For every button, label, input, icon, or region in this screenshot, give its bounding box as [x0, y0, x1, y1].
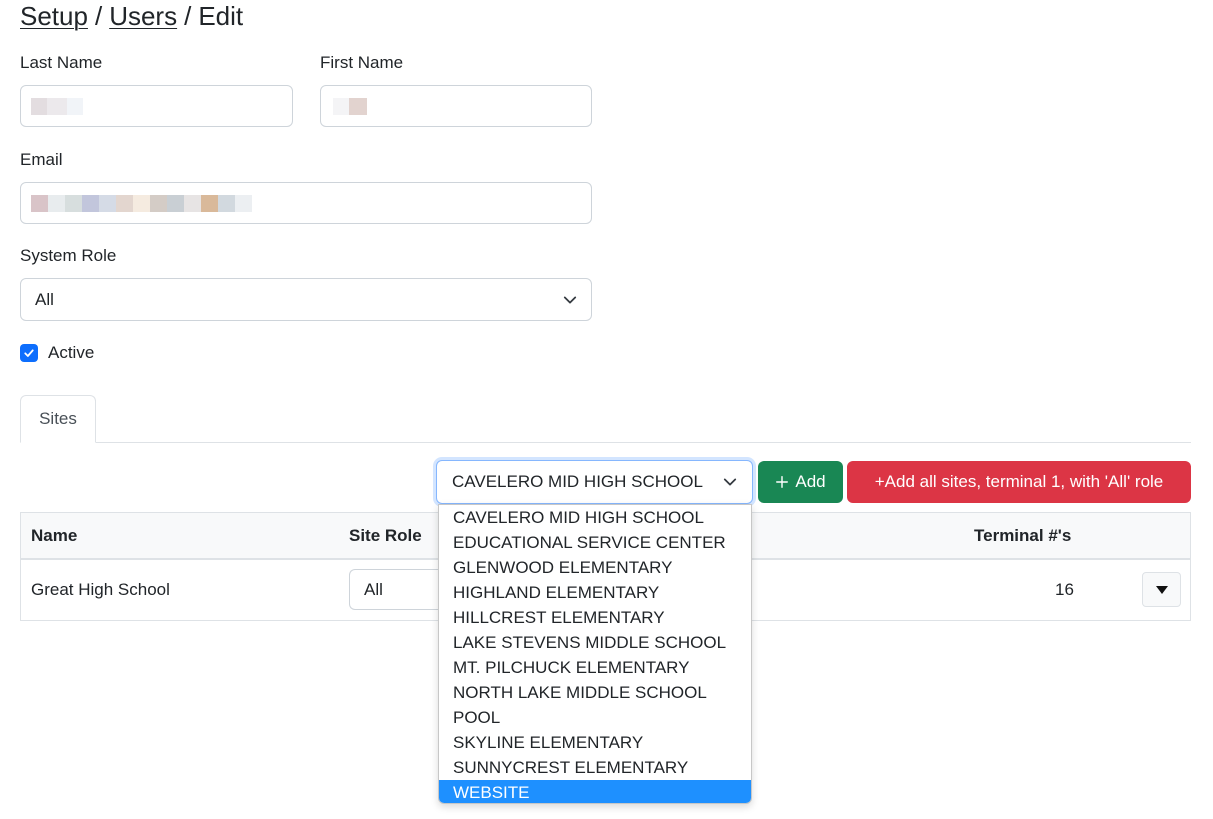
row-site-role-select[interactable]: All: [349, 569, 449, 610]
breadcrumb-separator: /: [94, 1, 103, 31]
first-name-label: First Name: [320, 53, 404, 72]
site-option[interactable]: CAVELERO MID HIGH SCHOOL: [439, 505, 751, 530]
active-checkbox-row[interactable]: Active: [20, 343, 94, 363]
header-site-role: Site Role: [349, 526, 422, 545]
site-option[interactable]: EDUCATIONAL SERVICE CENTER: [439, 530, 751, 555]
system-role-select[interactable]: All: [20, 278, 592, 321]
redacted-value: [333, 98, 367, 115]
site-option-highlighted[interactable]: WEBSITE: [439, 780, 751, 803]
add-site-label: Add: [795, 472, 826, 491]
add-site-button[interactable]: Add: [758, 461, 843, 503]
email-label: Email: [20, 150, 63, 169]
breadcrumb: Setup / Users / Edit: [20, 0, 243, 32]
last-name-field[interactable]: [20, 85, 293, 127]
chevron-down-icon: [723, 478, 737, 486]
site-option[interactable]: MT. PILCHUCK ELEMENTARY: [439, 655, 751, 680]
email-field[interactable]: [20, 182, 592, 224]
site-dropdown-list: CAVELERO MID HIGH SCHOOL EDUCATIONAL SER…: [438, 504, 752, 804]
active-label: Active: [48, 343, 95, 362]
check-icon: [24, 349, 34, 357]
active-checkbox[interactable]: [20, 344, 38, 362]
site-option[interactable]: SUNNYCREST ELEMENTARY: [439, 755, 751, 780]
tab-sites[interactable]: Sites: [20, 395, 96, 443]
redacted-value: [31, 195, 252, 212]
breadcrumb-separator: /: [184, 1, 192, 31]
chevron-down-icon: [563, 296, 577, 303]
first-name-field[interactable]: [320, 85, 592, 127]
row-terminals: 16: [1055, 580, 1074, 599]
plus-icon: [776, 476, 789, 488]
site-option[interactable]: LAKE STEVENS MIDDLE SCHOOL: [439, 630, 751, 655]
add-all-sites-button[interactable]: +Add all sites, terminal 1, with 'All' r…: [847, 461, 1191, 503]
row-site-name: Great High School: [31, 580, 170, 599]
breadcrumb-current: Edit: [198, 1, 244, 31]
site-option[interactable]: SKYLINE ELEMENTARY: [439, 730, 751, 755]
tabs-divider: [20, 442, 1191, 443]
last-name-label: Last Name: [20, 53, 103, 72]
site-select[interactable]: CAVELERO MID HIGH SCHOOL: [436, 460, 753, 504]
site-select-value: CAVELERO MID HIGH SCHOOL: [452, 472, 703, 491]
caret-down-icon: [1155, 585, 1168, 594]
site-option[interactable]: HILLCREST ELEMENTARY: [439, 605, 751, 630]
breadcrumb-setup-link[interactable]: Setup: [20, 1, 88, 31]
site-option[interactable]: POOL: [439, 705, 751, 730]
header-name: Name: [31, 526, 78, 545]
system-role-value: All: [35, 289, 54, 309]
site-option[interactable]: NORTH LAKE MIDDLE SCHOOL: [439, 680, 751, 705]
row-expand-button[interactable]: [1142, 572, 1181, 607]
site-option[interactable]: HIGHLAND ELEMENTARY: [439, 580, 751, 605]
system-role-label: System Role: [20, 246, 117, 265]
header-terminals: Terminal #'s: [974, 526, 1072, 545]
site-option[interactable]: GLENWOOD ELEMENTARY: [439, 555, 751, 580]
row-site-role-value: All: [364, 579, 383, 599]
breadcrumb-users-link[interactable]: Users: [109, 1, 177, 31]
redacted-value: [31, 98, 83, 115]
